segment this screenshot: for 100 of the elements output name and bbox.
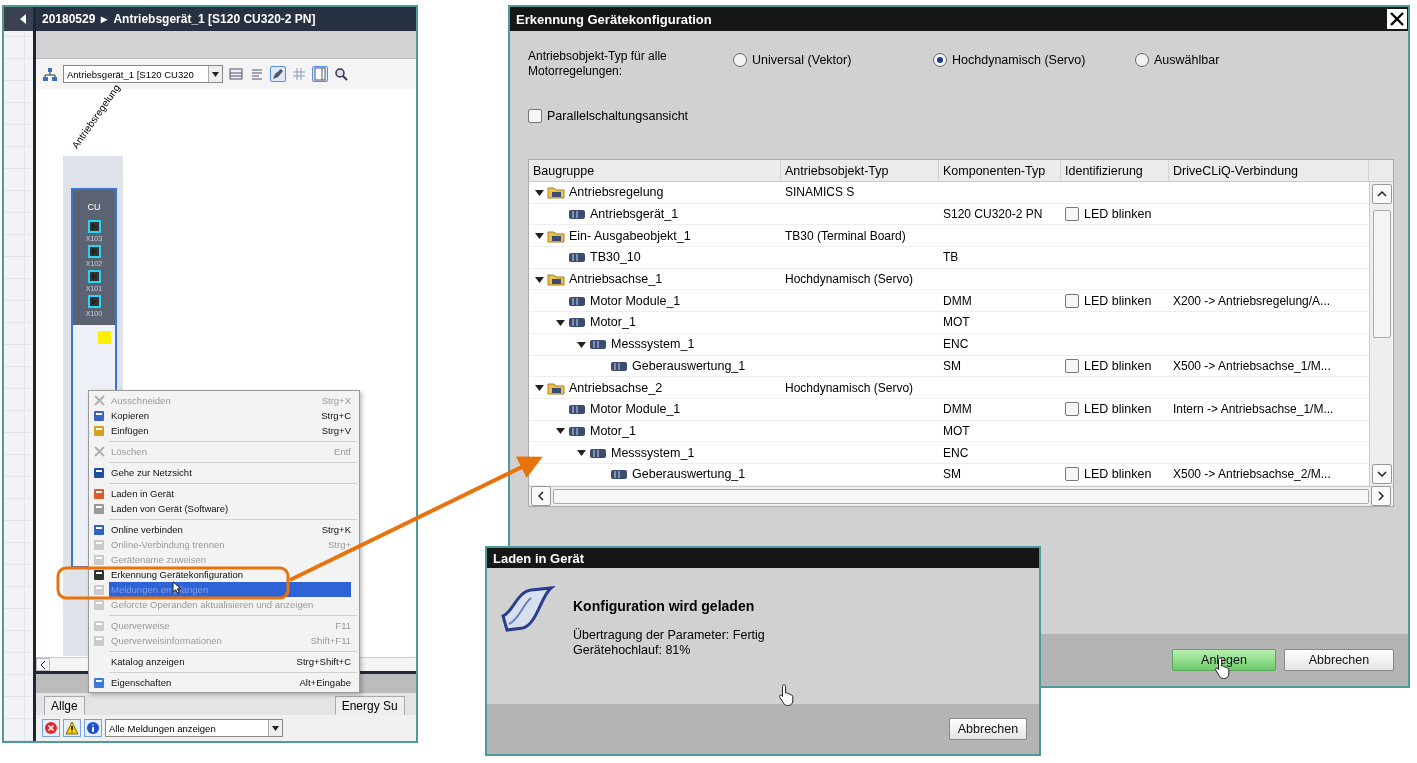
zoom-icon[interactable]	[333, 66, 349, 82]
module-name: Messsystem_1	[611, 337, 695, 352]
port-icon[interactable]	[87, 270, 101, 283]
scroll-left-icon[interactable]	[538, 491, 544, 502]
device-icon	[568, 424, 586, 437]
led-blink-checkbox[interactable]: LED blinken	[1065, 293, 1152, 308]
menu-item-icon	[93, 538, 105, 551]
menu-item[interactable]: Katalog anzeigen Strg+Shift+C	[89, 654, 357, 669]
device-icon	[568, 251, 586, 264]
panel-icon[interactable]	[312, 66, 328, 82]
inspector-tab[interactable]: Allge	[44, 696, 85, 715]
table-row[interactable]: Geberauswertung_1 SM LED blinken X500 -> Antriebsachse_1/M...	[529, 355, 1369, 378]
module-name: Antriebsachse_2	[569, 380, 663, 395]
column-header[interactable]: Komponenten-Typ	[939, 160, 1061, 181]
column-header[interactable]: Identifizierung	[1061, 160, 1169, 181]
table-cell: TB30 (Terminal Board)	[785, 228, 906, 243]
table-cell: ENC	[943, 337, 969, 352]
create-button[interactable]: Anlegen	[1172, 649, 1276, 671]
table-row[interactable]: Motor_1 MOT	[529, 420, 1369, 443]
device-icon	[589, 338, 607, 351]
led-blink-checkbox[interactable]: LED blinken	[1065, 402, 1152, 417]
warning-icon[interactable]	[63, 719, 81, 737]
column-header[interactable]: Antriebsobjekt-Typ	[781, 160, 939, 181]
message-filter-dropdown[interactable]: Alle Meldungen anzeigen	[105, 719, 283, 737]
cancel-button[interactable]: Abbrechen	[1284, 649, 1394, 671]
collapse-icon[interactable]	[19, 14, 27, 24]
pen-icon[interactable]	[270, 66, 286, 82]
vertical-scrollbar[interactable]	[1369, 182, 1393, 486]
module-name: Antriebsachse_1	[569, 272, 663, 287]
expand-toggle[interactable]	[576, 339, 586, 349]
parallel-view-checkbox[interactable]: Parallelschaltungsansicht	[528, 109, 689, 123]
device-icon	[568, 294, 586, 307]
inspector-tab[interactable]: Energy Su	[334, 696, 405, 715]
expand-toggle[interactable]	[555, 426, 565, 436]
table-cell: SM	[943, 358, 961, 373]
column-header[interactable]: DriveCLiQ-Verbindung	[1169, 160, 1369, 181]
table-row[interactable]: Messsystem_1 ENC	[529, 442, 1369, 464]
scroll-left-icon[interactable]	[40, 660, 46, 669]
network-icon[interactable]	[42, 66, 58, 82]
breadcrumb-separator: ▸	[101, 12, 108, 26]
scroll-right-icon[interactable]	[1378, 491, 1384, 502]
table-cell: MOT	[943, 315, 970, 330]
radio-option[interactable]: Universal (Vektor)	[733, 53, 933, 67]
led-blink-checkbox[interactable]: LED blinken	[1065, 467, 1152, 482]
table-row[interactable]: Motor Module_1 DMM LED blinken X200 -> Antriebsregelung/A...	[529, 290, 1369, 313]
cross-icon	[93, 395, 105, 406]
expand-toggle[interactable]	[534, 274, 544, 284]
port-icon[interactable]	[87, 295, 101, 308]
status-text: Gerätehochlauf: 81%	[573, 643, 692, 658]
table-cell: SINAMICS S	[785, 185, 855, 200]
table-cell: TB	[943, 250, 959, 265]
hand-cursor-icon	[778, 684, 796, 706]
port-icon[interactable]	[87, 245, 101, 258]
info-icon[interactable]	[84, 719, 102, 737]
device-name: Antriebsgerät_1 [S120 CU320-2 PN]	[113, 12, 316, 26]
table-row[interactable]: TB30_10 TB	[529, 247, 1369, 269]
module-name: Antriebsgerät_1	[590, 207, 679, 222]
radio-option[interactable]: Hochdynamisch (Servo)	[933, 53, 1135, 67]
module-name: Geberauswertung_1	[632, 358, 746, 373]
port-icon[interactable]	[87, 220, 101, 233]
table-cell: SM	[943, 467, 961, 482]
menu-item-icon	[93, 583, 105, 596]
table-row[interactable]: Antriebsregelung SINAMICS S	[529, 182, 1369, 204]
scroll-up-icon[interactable]	[1376, 191, 1387, 197]
menu-item-icon	[93, 466, 105, 479]
close-button[interactable]	[1387, 9, 1407, 29]
table-row[interactable]: Antriebsachse_2 Hochdynamisch (Servo)	[529, 377, 1369, 399]
expand-toggle[interactable]	[555, 317, 565, 327]
expand-toggle[interactable]	[534, 383, 544, 393]
error-icon[interactable]	[42, 719, 60, 737]
menu-item[interactable]: Eigenschaften Alt+Eingabe	[89, 675, 357, 690]
module-name: Motor_1	[590, 315, 636, 330]
column-header[interactable]: Baugruppe	[529, 160, 781, 181]
status-text: Übertragung der Parameter: Fertig	[573, 628, 765, 643]
table-row[interactable]: Geberauswertung_1 SM LED blinken X500 -> Antriebsachse_2/M...	[529, 463, 1369, 486]
module-name: Motor Module_1	[590, 293, 681, 308]
led-blink-checkbox[interactable]: LED blinken	[1065, 207, 1152, 222]
table-row[interactable]: Antriebsachse_1 Hochdynamisch (Servo)	[529, 268, 1369, 291]
cancel-button[interactable]: Abbrechen	[949, 718, 1027, 740]
expand-toggle[interactable]	[534, 187, 544, 197]
table-view-icon[interactable]	[228, 66, 244, 82]
device-dropdown[interactable]: Antriebsgerät_1 [S120 CU320	[63, 65, 223, 83]
table-row[interactable]: Antriebsgerät_1 S120 CU320-2 PN LED blinken	[529, 203, 1369, 226]
table-row[interactable]: Ein- Ausgabeobjekt_1 TB30 (Terminal Board)	[529, 225, 1369, 248]
menu-item-icon	[93, 598, 105, 611]
folder-icon	[547, 380, 565, 395]
horizontal-scrollbar[interactable]	[529, 485, 1393, 506]
scroll-down-icon[interactable]	[1376, 470, 1387, 477]
menu-item[interactable]: Erkennung Gerätekonfiguration	[89, 567, 357, 582]
radio-option[interactable]: Auswählbar	[1135, 53, 1255, 67]
folder-icon	[547, 228, 565, 243]
module-name: Ein- Ausgabeobjekt_1	[569, 228, 691, 243]
expand-toggle[interactable]	[534, 231, 544, 241]
dialog-title: Laden in Gerät	[493, 550, 585, 566]
led-blink-checkbox[interactable]: LED blinken	[1065, 358, 1152, 373]
table-row[interactable]: Motor_1 MOT	[529, 312, 1369, 334]
expand-toggle[interactable]	[576, 448, 586, 458]
table-row[interactable]: Motor Module_1 DMM LED blinken Intern -> Antriebsachse_1/M...	[529, 398, 1369, 421]
table-row[interactable]: Messsystem_1 ENC	[529, 333, 1369, 356]
caret-icon	[272, 725, 279, 731]
